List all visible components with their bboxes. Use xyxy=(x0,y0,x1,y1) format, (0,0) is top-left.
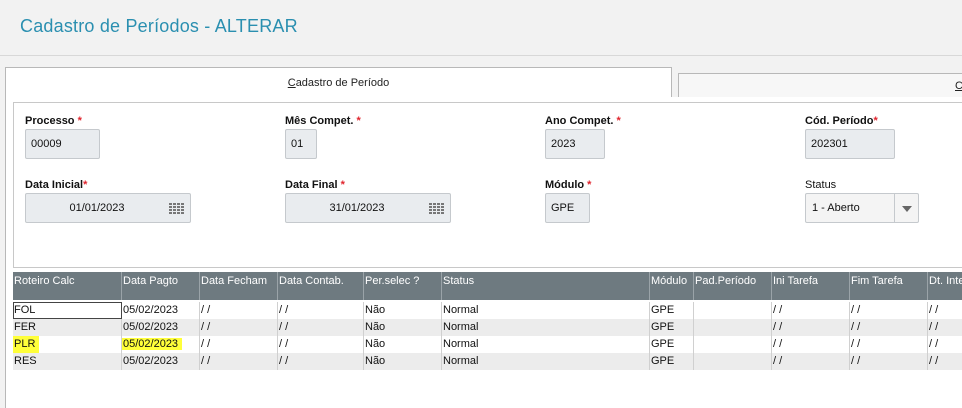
tab-label-accesskey: C xyxy=(287,77,296,89)
ano-compet-field[interactable]: 2023 xyxy=(545,129,605,159)
table-row[interactable]: PLR 05/02/2023 / / / / Não Normal GPE / … xyxy=(13,336,962,353)
cell-data-pagto[interactable]: 05/02/2023 xyxy=(122,336,200,353)
status-label: Status xyxy=(805,179,837,191)
cell-modulo[interactable]: GPE xyxy=(650,336,694,353)
table-row[interactable]: RES 05/02/2023 / / / / Não Normal GPE / … xyxy=(13,353,962,370)
data-inicial-field[interactable]: 01/01/2023 xyxy=(25,193,191,223)
cell-data-pagto[interactable]: 05/02/2023 xyxy=(122,353,200,370)
col-header-pad-periodo[interactable]: Pad.Período xyxy=(694,272,772,300)
col-header-roteiro-calc[interactable]: Roteiro Calc xyxy=(13,272,122,300)
cell-data-contab[interactable]: / / xyxy=(278,336,364,353)
calendar-icon[interactable] xyxy=(169,203,184,214)
cell-modulo[interactable]: GPE xyxy=(650,353,694,370)
tab-label-rest: adastro de Período xyxy=(295,77,390,89)
col-header-ini-tarefa[interactable]: Ini Tarefa xyxy=(772,272,850,300)
cell-status[interactable]: Normal xyxy=(442,319,650,336)
status-select-value: 1 - Aberto xyxy=(812,202,860,214)
col-header-data-pagto[interactable]: Data Pagto xyxy=(122,272,200,300)
cell-roteiro[interactable]: RES xyxy=(13,353,122,370)
cell-dt-inte[interactable]: / / xyxy=(928,336,962,353)
window-title: Cadastro de Períodos - ALTERAR xyxy=(20,16,298,36)
calendar-icon[interactable] xyxy=(429,203,444,214)
modulo-label: Módulo * xyxy=(545,179,592,191)
cell-roteiro[interactable]: FOL xyxy=(13,302,122,319)
cell-data-fecham[interactable]: / / xyxy=(200,353,278,370)
cell-per-selec[interactable]: Não xyxy=(364,336,442,353)
status-select[interactable]: 1 - Aberto xyxy=(805,193,919,223)
cell-ini-tarefa[interactable]: / / xyxy=(772,302,850,319)
cell-data-fecham[interactable]: / / xyxy=(200,319,278,336)
processo-label: Processo * xyxy=(25,115,82,127)
col-header-modulo[interactable]: Módulo xyxy=(650,272,694,300)
cell-ini-tarefa[interactable]: / / xyxy=(772,336,850,353)
cell-fim-tarefa[interactable]: / / xyxy=(850,302,928,319)
cell-dt-inte[interactable]: / / xyxy=(928,319,962,336)
cell-pad-periodo[interactable] xyxy=(694,302,772,319)
cell-ini-tarefa[interactable]: / / xyxy=(772,319,850,336)
data-final-value: 31/01/2023 xyxy=(329,202,385,214)
modulo-field[interactable]: GPE xyxy=(545,193,590,223)
data-inicial-label: Data Inicial* xyxy=(25,179,88,191)
cell-data-pagto[interactable]: 05/02/2023 xyxy=(122,319,200,336)
cell-data-pagto-text: 05/02/2023 xyxy=(122,338,183,350)
cell-modulo[interactable]: GPE xyxy=(650,319,694,336)
cell-per-selec[interactable]: Não xyxy=(364,319,442,336)
cell-data-contab[interactable]: / / xyxy=(278,302,364,319)
col-header-fim-tarefa[interactable]: Fim Tarefa xyxy=(850,272,928,300)
table-row[interactable]: FOL 05/02/2023 / / / / Não Normal GPE / … xyxy=(13,302,962,319)
data-final-label: Data Final * xyxy=(285,179,345,191)
data-inicial-value: 01/01/2023 xyxy=(69,202,125,214)
cell-modulo[interactable]: GPE xyxy=(650,302,694,319)
chevron-down-icon[interactable] xyxy=(894,194,918,222)
table-row[interactable]: FER 05/02/2023 / / / / Não Normal GPE / … xyxy=(13,319,962,336)
cell-per-selec[interactable]: Não xyxy=(364,353,442,370)
ano-compet-label: Ano Compet. * xyxy=(545,115,621,127)
col-header-data-contab[interactable]: Data Contab. xyxy=(278,272,364,300)
cell-per-selec[interactable]: Não xyxy=(364,302,442,319)
cell-data-fecham[interactable]: / / xyxy=(200,336,278,353)
title-bar: Cadastro de Períodos - ALTERAR xyxy=(0,0,962,56)
cell-status[interactable]: Normal xyxy=(442,336,650,353)
cell-pad-periodo[interactable] xyxy=(694,319,772,336)
mes-compet-field[interactable]: 01 xyxy=(285,129,317,159)
cell-roteiro[interactable]: PLR xyxy=(13,336,39,353)
cell-fim-tarefa[interactable]: / / xyxy=(850,353,928,370)
cell-fim-tarefa[interactable]: / / xyxy=(850,336,928,353)
mes-compet-label: Mês Compet. * xyxy=(285,115,361,127)
col-header-data-fecham[interactable]: Data Fecham xyxy=(200,272,278,300)
col-header-dt-inte[interactable]: Dt. Inte xyxy=(928,272,962,300)
cod-periodo-field[interactable]: 202301 xyxy=(805,129,895,159)
cell-data-contab[interactable]: / / xyxy=(278,353,364,370)
cell-dt-inte[interactable]: / / xyxy=(928,302,962,319)
cell-status[interactable]: Normal xyxy=(442,302,650,319)
tab2-label: C xyxy=(955,80,962,92)
processo-field[interactable]: 00009 xyxy=(25,129,100,159)
col-header-status[interactable]: Status xyxy=(442,272,650,300)
cell-roteiro[interactable]: FER xyxy=(13,319,122,336)
col-header-per-selec[interactable]: Per.selec ? xyxy=(364,272,442,300)
cell-roteiro-filler xyxy=(39,336,122,353)
cell-ini-tarefa[interactable]: / / xyxy=(772,353,850,370)
cell-data-fecham[interactable]: / / xyxy=(200,302,278,319)
data-final-field[interactable]: 31/01/2023 xyxy=(285,193,451,223)
cell-pad-periodo[interactable] xyxy=(694,336,772,353)
tab-cadastro-de-periodo[interactable]: Cadastro de Período xyxy=(5,67,672,97)
tab-second[interactable]: C xyxy=(678,73,962,97)
cell-fim-tarefa[interactable]: / / xyxy=(850,319,928,336)
cell-pad-periodo[interactable] xyxy=(694,353,772,370)
cell-dt-inte[interactable]: / / xyxy=(928,353,962,370)
cell-data-contab[interactable]: / / xyxy=(278,319,364,336)
grid-header: Roteiro Calc Data Pagto Data Fecham Data… xyxy=(13,272,962,300)
cell-status[interactable]: Normal xyxy=(442,353,650,370)
cell-data-pagto[interactable]: 05/02/2023 xyxy=(122,302,200,319)
cod-periodo-label: Cód. Período* xyxy=(805,115,878,127)
